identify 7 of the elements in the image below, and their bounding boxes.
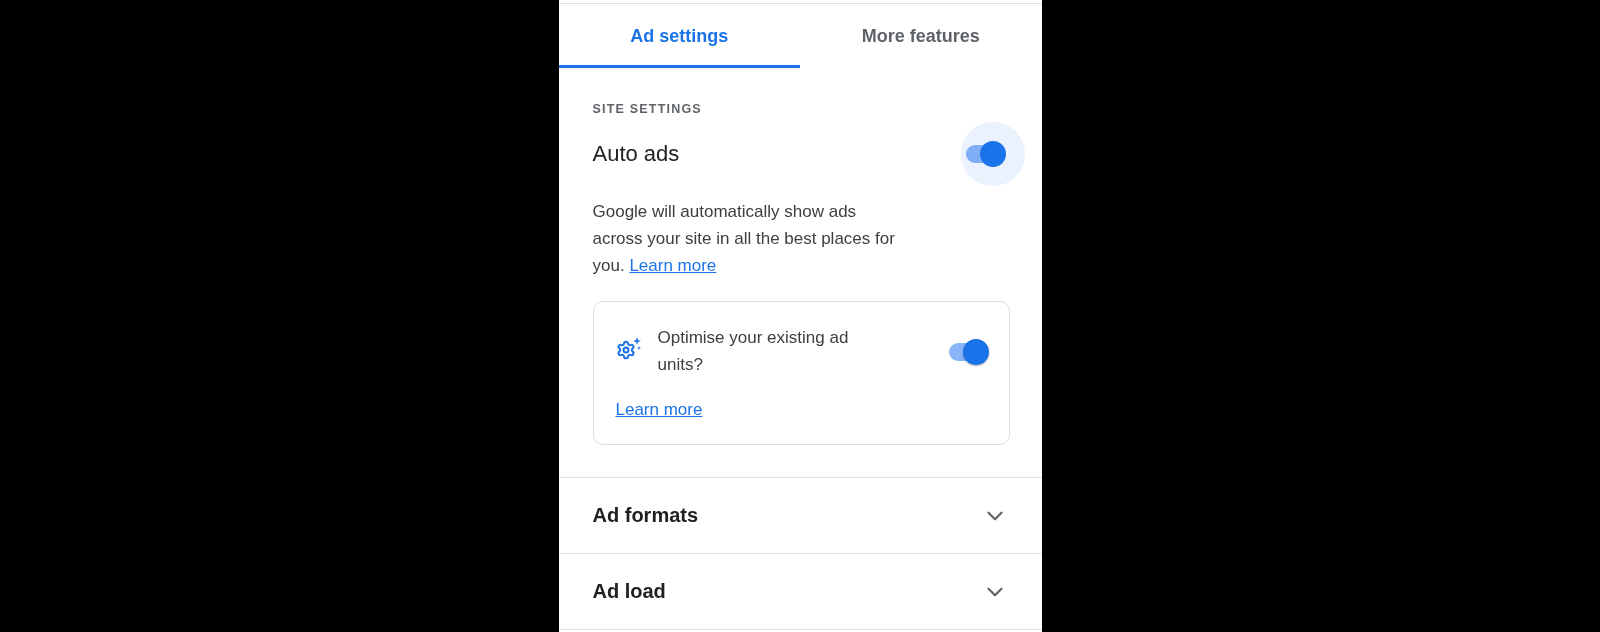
auto-ads-title: Auto ads [592,141,680,167]
learn-more-link[interactable]: Learn more [615,400,703,420]
auto-ads-description: Google will automatically show ads across your site in all the best places for you. Learn more [592,201,896,277]
section-label: SITE SETTINGS [592,102,703,116]
learn-more-link[interactable]: Learn more [629,256,717,275]
gear-sparkle-icon [615,337,642,361]
optimise-text: Optimise your existing ad units? [657,327,850,376]
